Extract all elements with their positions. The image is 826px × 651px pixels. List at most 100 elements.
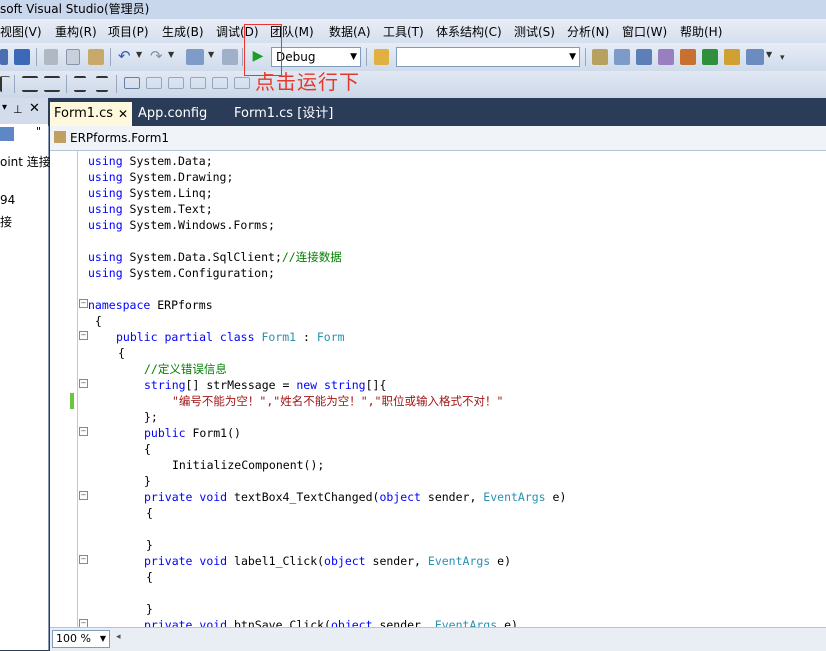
menu-build[interactable]: 生成(B) xyxy=(162,23,204,40)
tab-form1-cs[interactable]: Form1.cs ✕ xyxy=(50,102,132,126)
find-in-files-icon[interactable] xyxy=(374,49,389,65)
menu-window[interactable]: 窗口(W) xyxy=(622,23,667,40)
outdent-icon[interactable] xyxy=(22,76,38,92)
menu-help[interactable]: 帮助(H) xyxy=(680,23,722,40)
collapse-icon[interactable]: − xyxy=(79,491,88,500)
find-icon[interactable] xyxy=(592,49,608,65)
menu-analyze[interactable]: 分析(N) xyxy=(567,23,609,40)
extension-manager-icon[interactable] xyxy=(724,49,740,65)
zoom-dropdown[interactable]: 100 % ▼ xyxy=(52,630,110,648)
window-title: soft Visual Studio(管理员) xyxy=(0,2,150,16)
new-project-icon[interactable] xyxy=(0,49,8,65)
close-icon[interactable]: ✕ xyxy=(29,101,40,116)
code-line: using System.Text; xyxy=(88,202,213,216)
panel-item: 接 xyxy=(0,215,13,229)
collapse-icon[interactable]: − xyxy=(79,427,88,436)
cut-icon[interactable] xyxy=(44,49,58,65)
menu-refactor[interactable]: 重构(R) xyxy=(55,23,97,40)
collapse-icon[interactable]: − xyxy=(79,379,88,388)
navigate-backward-icon[interactable] xyxy=(186,49,204,65)
navigation-bar: ERPforms.Form1 xyxy=(50,126,826,151)
toolbar-options-icon[interactable]: ▾ xyxy=(780,53,796,69)
code-line: InitializeComponent(); xyxy=(172,458,325,472)
undo-icon[interactable]: ↶ xyxy=(118,49,134,65)
object-browser-icon[interactable] xyxy=(658,49,674,65)
previous-bookmark-folder-icon[interactable] xyxy=(190,77,206,89)
tab-form1-design[interactable]: Form1.cs [设计] xyxy=(234,102,344,126)
toolbar-separator xyxy=(110,48,111,66)
solution-configuration-dropdown[interactable]: Debug ▼ xyxy=(271,47,361,67)
navigate-forward-icon[interactable] xyxy=(222,49,238,65)
document-tabs: Form1.cs ✕ App.config Form1.cs [设计] xyxy=(48,98,826,126)
copy-icon[interactable] xyxy=(66,49,80,65)
collapse-icon[interactable]: − xyxy=(79,331,88,340)
properties-icon[interactable] xyxy=(636,49,652,65)
more-icon[interactable]: " xyxy=(36,125,41,138)
class-path[interactable]: ERPforms.Form1 xyxy=(70,131,169,145)
code-line: { xyxy=(146,506,153,520)
code-line: using System.Windows.Forms; xyxy=(88,218,275,232)
menu-tools[interactable]: 工具(T) xyxy=(383,23,424,40)
code-line: using System.Data; xyxy=(88,154,213,168)
menu-project[interactable]: 项目(P) xyxy=(108,23,149,40)
code-editor[interactable]: − − − − − − − using System.Data; using S… xyxy=(50,151,826,627)
tab-label: Form1.cs [设计] xyxy=(234,106,334,121)
code-line: { xyxy=(118,346,125,360)
tab-app-config[interactable]: App.config xyxy=(138,102,218,126)
code-line: { xyxy=(146,570,153,584)
code-line: public Form1() xyxy=(144,426,241,440)
paste-icon[interactable] xyxy=(88,49,104,65)
previous-bookmark-icon[interactable] xyxy=(146,77,162,89)
properties-icon[interactable] xyxy=(0,127,14,141)
class-icon xyxy=(54,131,66,143)
collapse-icon[interactable]: − xyxy=(79,299,88,308)
tab-label: App.config xyxy=(138,106,208,121)
close-icon[interactable]: ✕ xyxy=(118,102,128,126)
code-line: private void btnSave_Click(object sender… xyxy=(144,618,518,627)
code-line: public partial class Form1 : Form xyxy=(116,330,345,344)
find-combo[interactable]: ▼ xyxy=(396,47,580,67)
list-members-icon[interactable] xyxy=(0,76,10,92)
standard-toolbar: ↶ ▼ ↷ ▼ ▼ ▶ Debug ▼ ▼ ▼ ▾ xyxy=(0,43,826,71)
code-line: "编号不能为空！","姓名不能为空！","职位或输入格式不对！" xyxy=(172,394,504,408)
menu-architecture[interactable]: 体系结构(C) xyxy=(436,23,502,40)
code-line: } xyxy=(146,538,153,552)
comment-lines-icon[interactable] xyxy=(74,76,86,92)
next-bookmark-icon[interactable] xyxy=(168,77,184,89)
panel-item[interactable]: oint 连接 xyxy=(0,153,51,170)
menu-data[interactable]: 数据(A) xyxy=(329,23,371,40)
menu-view[interactable]: 视图(V) xyxy=(0,23,42,40)
pin-icon[interactable]: ⊥ xyxy=(13,103,23,116)
code-line: namespace ERPforms xyxy=(88,298,213,312)
panel-dropdown-icon[interactable]: ▾ xyxy=(2,102,7,113)
toolbar-separator xyxy=(242,48,243,66)
solution-explorer-icon[interactable] xyxy=(614,49,630,65)
scroll-left-icon[interactable]: ◂ xyxy=(116,632,121,642)
toolbar-separator xyxy=(14,75,15,93)
code-line: { xyxy=(88,314,102,328)
menu-test[interactable]: 测试(S) xyxy=(514,23,555,40)
bookmark-icon[interactable] xyxy=(124,77,140,89)
uncomment-lines-icon[interactable] xyxy=(96,76,108,92)
start-page-icon[interactable] xyxy=(702,49,718,65)
indent-icon[interactable] xyxy=(44,76,60,92)
toolbox-icon[interactable] xyxy=(680,49,696,65)
code-line: { xyxy=(144,442,151,456)
save-all-icon[interactable] xyxy=(14,49,30,65)
next-bookmark-folder-icon[interactable] xyxy=(212,77,228,89)
code-line: }; xyxy=(144,410,158,424)
clear-bookmarks-icon[interactable] xyxy=(234,77,250,89)
redo-dropdown-icon[interactable]: ▼ xyxy=(168,50,184,66)
collapse-icon[interactable]: − xyxy=(79,555,88,564)
text-editor-toolbar xyxy=(0,71,826,98)
chevron-down-icon: ▼ xyxy=(350,52,357,62)
menu-bar: 视图(V) 重构(R) 项目(P) 生成(B) 调试(D) 团队(M) 数据(A… xyxy=(0,19,826,43)
code-line: private void textBox4_TextChanged(object… xyxy=(144,490,567,504)
command-window-icon[interactable] xyxy=(746,49,764,65)
collapse-icon[interactable]: − xyxy=(79,619,88,627)
redo-icon[interactable]: ↷ xyxy=(150,49,166,65)
code-line: //定义错误信息 xyxy=(144,362,227,376)
toolbar-separator xyxy=(366,48,367,66)
panel-item: 94 xyxy=(0,193,16,207)
outline-margin xyxy=(77,151,78,627)
